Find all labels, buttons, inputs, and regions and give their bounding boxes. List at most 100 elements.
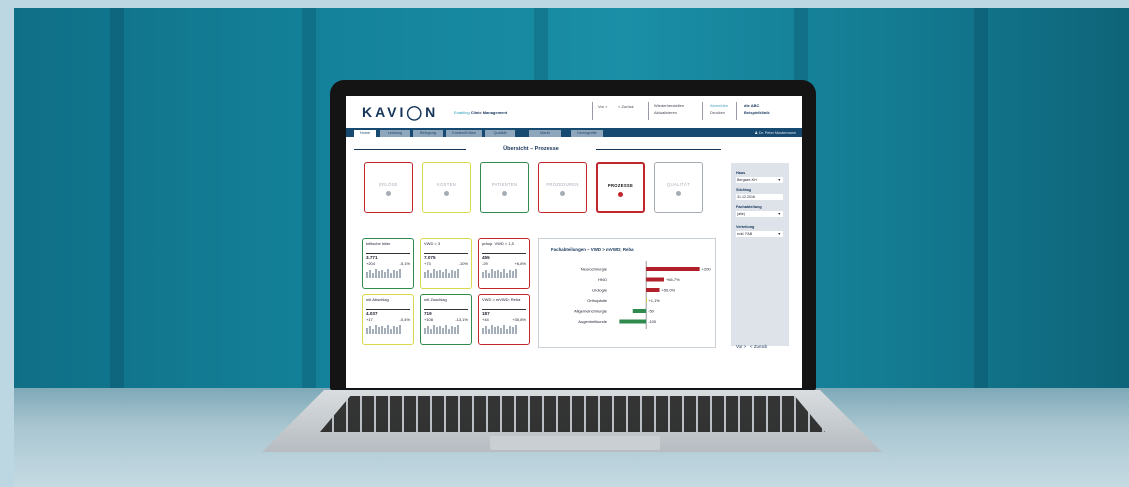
header-divider bbox=[592, 102, 593, 120]
restore-link[interactable]: Wiederherstellen bbox=[654, 103, 684, 109]
pager-back[interactable]: < Zurück bbox=[750, 344, 767, 349]
kpi-name: VWD > mVWD; Reha bbox=[482, 297, 521, 302]
process-box-label: ERLÖSE bbox=[379, 182, 398, 187]
refresh-link[interactable]: Aktualisieren bbox=[654, 110, 677, 116]
kpi-tile[interactable]: präop. VWD > 1,5 455 -29 +6,8% bbox=[478, 238, 530, 289]
chart-bar[interactable] bbox=[646, 267, 700, 271]
tab-leistung[interactable]: Leistung bbox=[380, 130, 410, 137]
chart-category-label: HNO bbox=[598, 277, 607, 282]
sparkline-bar bbox=[387, 325, 389, 334]
department-bar-chart: Neurochirurgie +200 HNO +66,7% Urologie +50,0… bbox=[574, 261, 712, 329]
kpi-tile[interactable]: mit Zuschlag 719 +108 -13,1% bbox=[420, 294, 472, 345]
sparkline-bar bbox=[439, 270, 441, 278]
sparkline-bar bbox=[384, 328, 386, 334]
chart-bar[interactable] bbox=[619, 319, 647, 324]
sparkline-bar bbox=[512, 271, 514, 278]
fachabteilung-value: (alle) bbox=[737, 212, 745, 216]
sparkline-bar bbox=[445, 269, 447, 278]
tab-markt[interactable]: Markt bbox=[529, 130, 561, 137]
sparkline-bar bbox=[503, 325, 505, 334]
process-box-prozesse[interactable]: PROZESSE bbox=[596, 162, 645, 213]
chart-data-label: +200 bbox=[702, 267, 712, 272]
logout-link[interactable]: Abmelden bbox=[710, 103, 728, 109]
kpi-deltas: +73 -10% bbox=[424, 261, 468, 266]
sparkline-bar bbox=[436, 327, 438, 334]
kpi-delta: +17 bbox=[366, 317, 373, 322]
tab-kosten-erloese[interactable]: Kosten/Erlöse bbox=[446, 130, 482, 137]
sparkline-bar bbox=[372, 329, 374, 334]
haus-select[interactable]: Bergsee-KH ▼ bbox=[736, 177, 783, 183]
header-nav-forward[interactable]: Vor > bbox=[598, 104, 607, 110]
sparkline-bar bbox=[503, 269, 505, 278]
stichtag-value: 31.12.2016 bbox=[737, 195, 755, 199]
tab-demografie[interactable]: Demografie bbox=[571, 130, 603, 137]
sparkline-bar bbox=[439, 326, 441, 334]
verteilung-select[interactable]: exkl. FAB ▼ bbox=[736, 231, 783, 237]
kpi-sparkline bbox=[366, 268, 410, 278]
chart-data-label: -100 bbox=[648, 319, 657, 324]
sparkline-bar bbox=[433, 325, 435, 334]
sparkline-bar bbox=[488, 329, 490, 334]
process-box-patienten[interactable]: PATIENTEN bbox=[480, 162, 529, 213]
print-link[interactable]: Drucken bbox=[710, 110, 725, 116]
kpi-value: 455 bbox=[482, 253, 526, 260]
sparkline-bar bbox=[366, 328, 368, 334]
fachabteilung-select[interactable]: (alle) ▼ bbox=[736, 211, 783, 217]
kpi-tile[interactable]: VWD > mVWD; Reha 187 +44 +30,8% bbox=[478, 294, 530, 345]
process-box-erloese[interactable]: ERLÖSE bbox=[364, 162, 413, 213]
kpi-name: präop. VWD > 1,5 bbox=[482, 241, 514, 246]
sparkline-bar bbox=[427, 326, 429, 334]
user-name[interactable]: ♟ Dr. Peter Mustermann bbox=[754, 130, 796, 137]
kpi-value: 3.771 bbox=[366, 253, 410, 260]
kpi-delta: +44 bbox=[482, 317, 489, 322]
sparkline-bar bbox=[509, 270, 511, 278]
pager: Vor > < Zurück bbox=[736, 344, 767, 349]
kpi-percent: -5,1% bbox=[399, 261, 410, 266]
process-box-label: QUALITÄT bbox=[667, 182, 690, 187]
kpi-sparkline bbox=[366, 324, 410, 334]
chart-bar[interactable] bbox=[646, 288, 660, 292]
sparkline-bar bbox=[500, 272, 502, 278]
arrow-icon bbox=[502, 191, 507, 196]
chart-data-label: +1,1% bbox=[648, 298, 660, 303]
sparkline-bar bbox=[393, 326, 395, 334]
sparkline-bar bbox=[433, 269, 435, 278]
chart-bar[interactable] bbox=[646, 277, 664, 282]
tab-belegung[interactable]: Belegung bbox=[413, 130, 443, 137]
sparkline-bar bbox=[375, 269, 377, 278]
chart-bar[interactable] bbox=[646, 298, 648, 303]
title-rule-right bbox=[596, 149, 721, 150]
kpi-tile[interactable]: mit Abschlag 4.037 +17 -0,4% bbox=[362, 294, 414, 345]
tab-home[interactable]: Home bbox=[354, 130, 376, 137]
kpi-percent: +6,8% bbox=[514, 261, 526, 266]
arrow-icon bbox=[386, 191, 391, 196]
sparkline-bar bbox=[375, 325, 377, 334]
sparkline-bar bbox=[399, 325, 401, 334]
sparkline-bar bbox=[506, 273, 508, 278]
haus-value: Bergsee-KH bbox=[737, 178, 757, 182]
pager-forward[interactable]: Vor > bbox=[736, 344, 746, 349]
sparkline-bar bbox=[506, 329, 508, 334]
kpi-value: 7.075 bbox=[424, 253, 468, 260]
stichtag-field[interactable]: 31.12.2016 bbox=[736, 194, 783, 200]
kpi-tile[interactable]: VWD < 3 7.075 +73 -10% bbox=[420, 238, 472, 289]
sparkline-bar bbox=[442, 328, 444, 334]
tab-qualitaet[interactable]: Qualität bbox=[485, 130, 515, 137]
chart-bar[interactable] bbox=[632, 309, 647, 313]
kpi-name: mit Zuschlag bbox=[424, 297, 447, 302]
chart-category-label: Allgemeinchirurgie bbox=[574, 309, 608, 314]
kpi-sparkline bbox=[424, 324, 468, 334]
kpi-tile[interactable]: kritische Inlier 3.771 +204 -5,1% bbox=[362, 238, 414, 289]
header-nav-back[interactable]: < Zurück bbox=[618, 104, 634, 110]
slogan-text: Clinic Management bbox=[470, 110, 508, 115]
sparkline-bar bbox=[454, 271, 456, 278]
chart-category-label: Augenheilkunde bbox=[578, 319, 607, 324]
verteilung-value: exkl. FAB bbox=[737, 232, 753, 236]
kpi-name: kritische Inlier bbox=[366, 241, 391, 246]
laptop-screen: KAVI◯N Enabling Clinic Management Vor > … bbox=[346, 96, 802, 388]
process-box-qualitaet[interactable]: QUALITÄT bbox=[654, 162, 703, 213]
process-box-kosten[interactable]: KOSTEN bbox=[422, 162, 471, 213]
sparkline-bar bbox=[396, 327, 398, 334]
process-box-prozeduren[interactable]: PROZEDUREN bbox=[538, 162, 587, 213]
sparkline-bar bbox=[393, 270, 395, 278]
